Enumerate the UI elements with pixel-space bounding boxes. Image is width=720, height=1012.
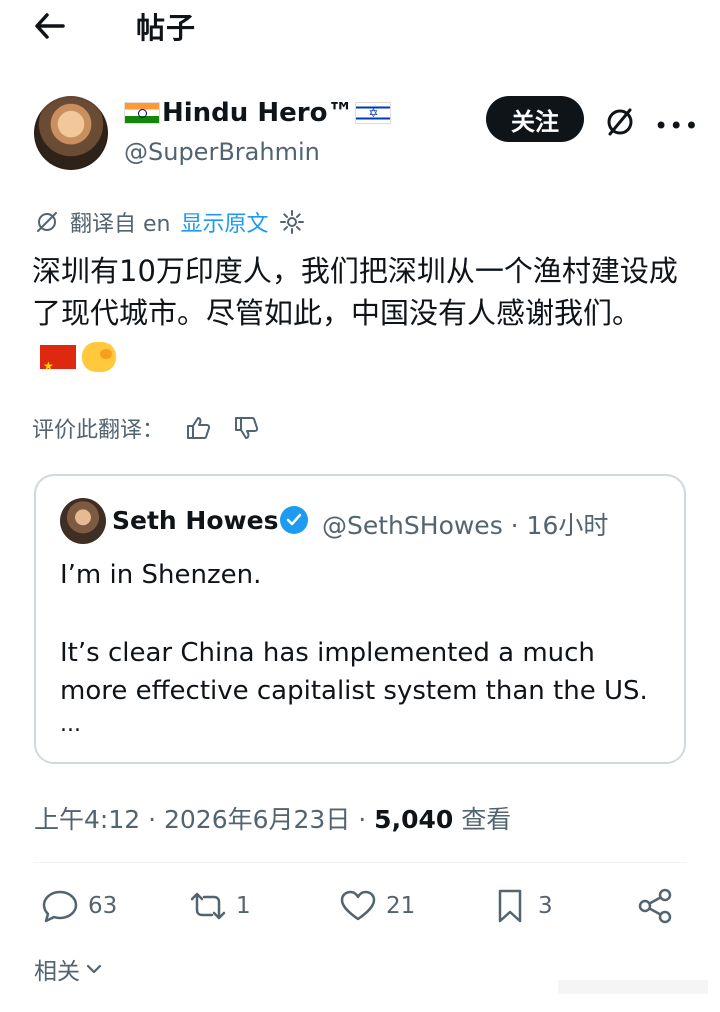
- heart-icon: [340, 890, 376, 921]
- page-title: 帖子: [136, 11, 197, 45]
- thumbs-down-icon[interactable]: [232, 414, 260, 442]
- more-options-icon[interactable]: •••: [654, 112, 699, 140]
- verified-badge-icon: [280, 506, 308, 534]
- repost-button[interactable]: 1: [188, 888, 251, 924]
- like-button[interactable]: 21: [338, 888, 415, 924]
- bookmark-button[interactable]: 3: [490, 888, 553, 924]
- quoted-text-ellipsis: ...: [60, 712, 81, 737]
- reply-button[interactable]: 63: [40, 888, 117, 924]
- quoted-post-card[interactable]: Seth Howes @SethSHowes · 16小时 I’m in She…: [34, 474, 686, 764]
- reply-icon: [42, 890, 78, 923]
- home-indicator: [558, 980, 708, 994]
- show-original-link[interactable]: 显示原文: [180, 206, 268, 238]
- quoted-author-name: Seth Howes: [112, 506, 279, 535]
- post-timestamp-row: 上午4:12 · 2026年6月23日 · 5,040 查看: [34, 800, 511, 836]
- translated-from-label: 翻译自 en: [70, 212, 171, 237]
- arrow-left-icon: [35, 13, 65, 39]
- rate-translation-label: 评价此翻译：: [32, 418, 165, 443]
- author-handle[interactable]: @SuperBrahmin: [124, 138, 320, 166]
- post-text-block: 深圳有10万印度人，我们把深圳从一个渔村建设成了现代城市。尽管如此，中国没有人感…: [32, 250, 682, 387]
- bookmark-icon: [498, 889, 522, 923]
- reply-count: 63: [88, 893, 118, 919]
- author-display-name: Hindu Hero™: [162, 98, 354, 128]
- author-avatar[interactable]: [34, 96, 108, 170]
- post-text: 深圳有10万印度人，我们把深圳从一个渔村建设成了现代城市。尽管如此，中国没有人感…: [32, 254, 678, 330]
- divider: [34, 862, 686, 863]
- thumbs-up-icon[interactable]: [184, 414, 212, 442]
- share-button[interactable]: [636, 888, 676, 924]
- quoted-handle-time: @SethSHowes · 16小时: [322, 511, 609, 540]
- quoted-text-line1: I’m in Shenzen.: [60, 560, 262, 590]
- china-flag-icon: [40, 345, 76, 387]
- pointing-hand-icon: [82, 342, 116, 372]
- chevron-down-icon: [86, 964, 102, 974]
- translation-row: 翻译自 en 显示原文: [34, 206, 305, 238]
- author-display-name-row[interactable]: Hindu Hero™ ✡: [124, 98, 392, 128]
- share-icon: [638, 888, 672, 924]
- quoted-text-line2: It’s clear China has implemented a much …: [60, 638, 648, 706]
- israel-flag-icon: ✡: [355, 102, 392, 124]
- post-actions-bar: 63 1 21 3: [34, 888, 686, 932]
- repost-count: 1: [236, 893, 251, 919]
- translate-icon: [37, 212, 57, 232]
- back-button[interactable]: [30, 8, 70, 44]
- views-label: 查看: [453, 805, 512, 834]
- related-toggle[interactable]: 相关: [34, 952, 104, 986]
- settings-icon[interactable]: [279, 209, 305, 235]
- views-count: 5,040: [374, 805, 454, 834]
- follow-button[interactable]: 关注: [486, 96, 584, 142]
- like-count: 21: [386, 893, 416, 919]
- quoted-author-avatar: [60, 498, 106, 544]
- related-label: 相关: [34, 959, 80, 985]
- india-flag-icon: [124, 102, 160, 124]
- repost-icon: [190, 892, 226, 920]
- bookmark-count: 3: [538, 893, 553, 919]
- grok-icon[interactable]: [602, 104, 638, 140]
- post-timestamp: 上午4:12 · 2026年6月23日 ·: [34, 805, 375, 834]
- rate-translation-row: 评价此翻译：: [32, 412, 260, 444]
